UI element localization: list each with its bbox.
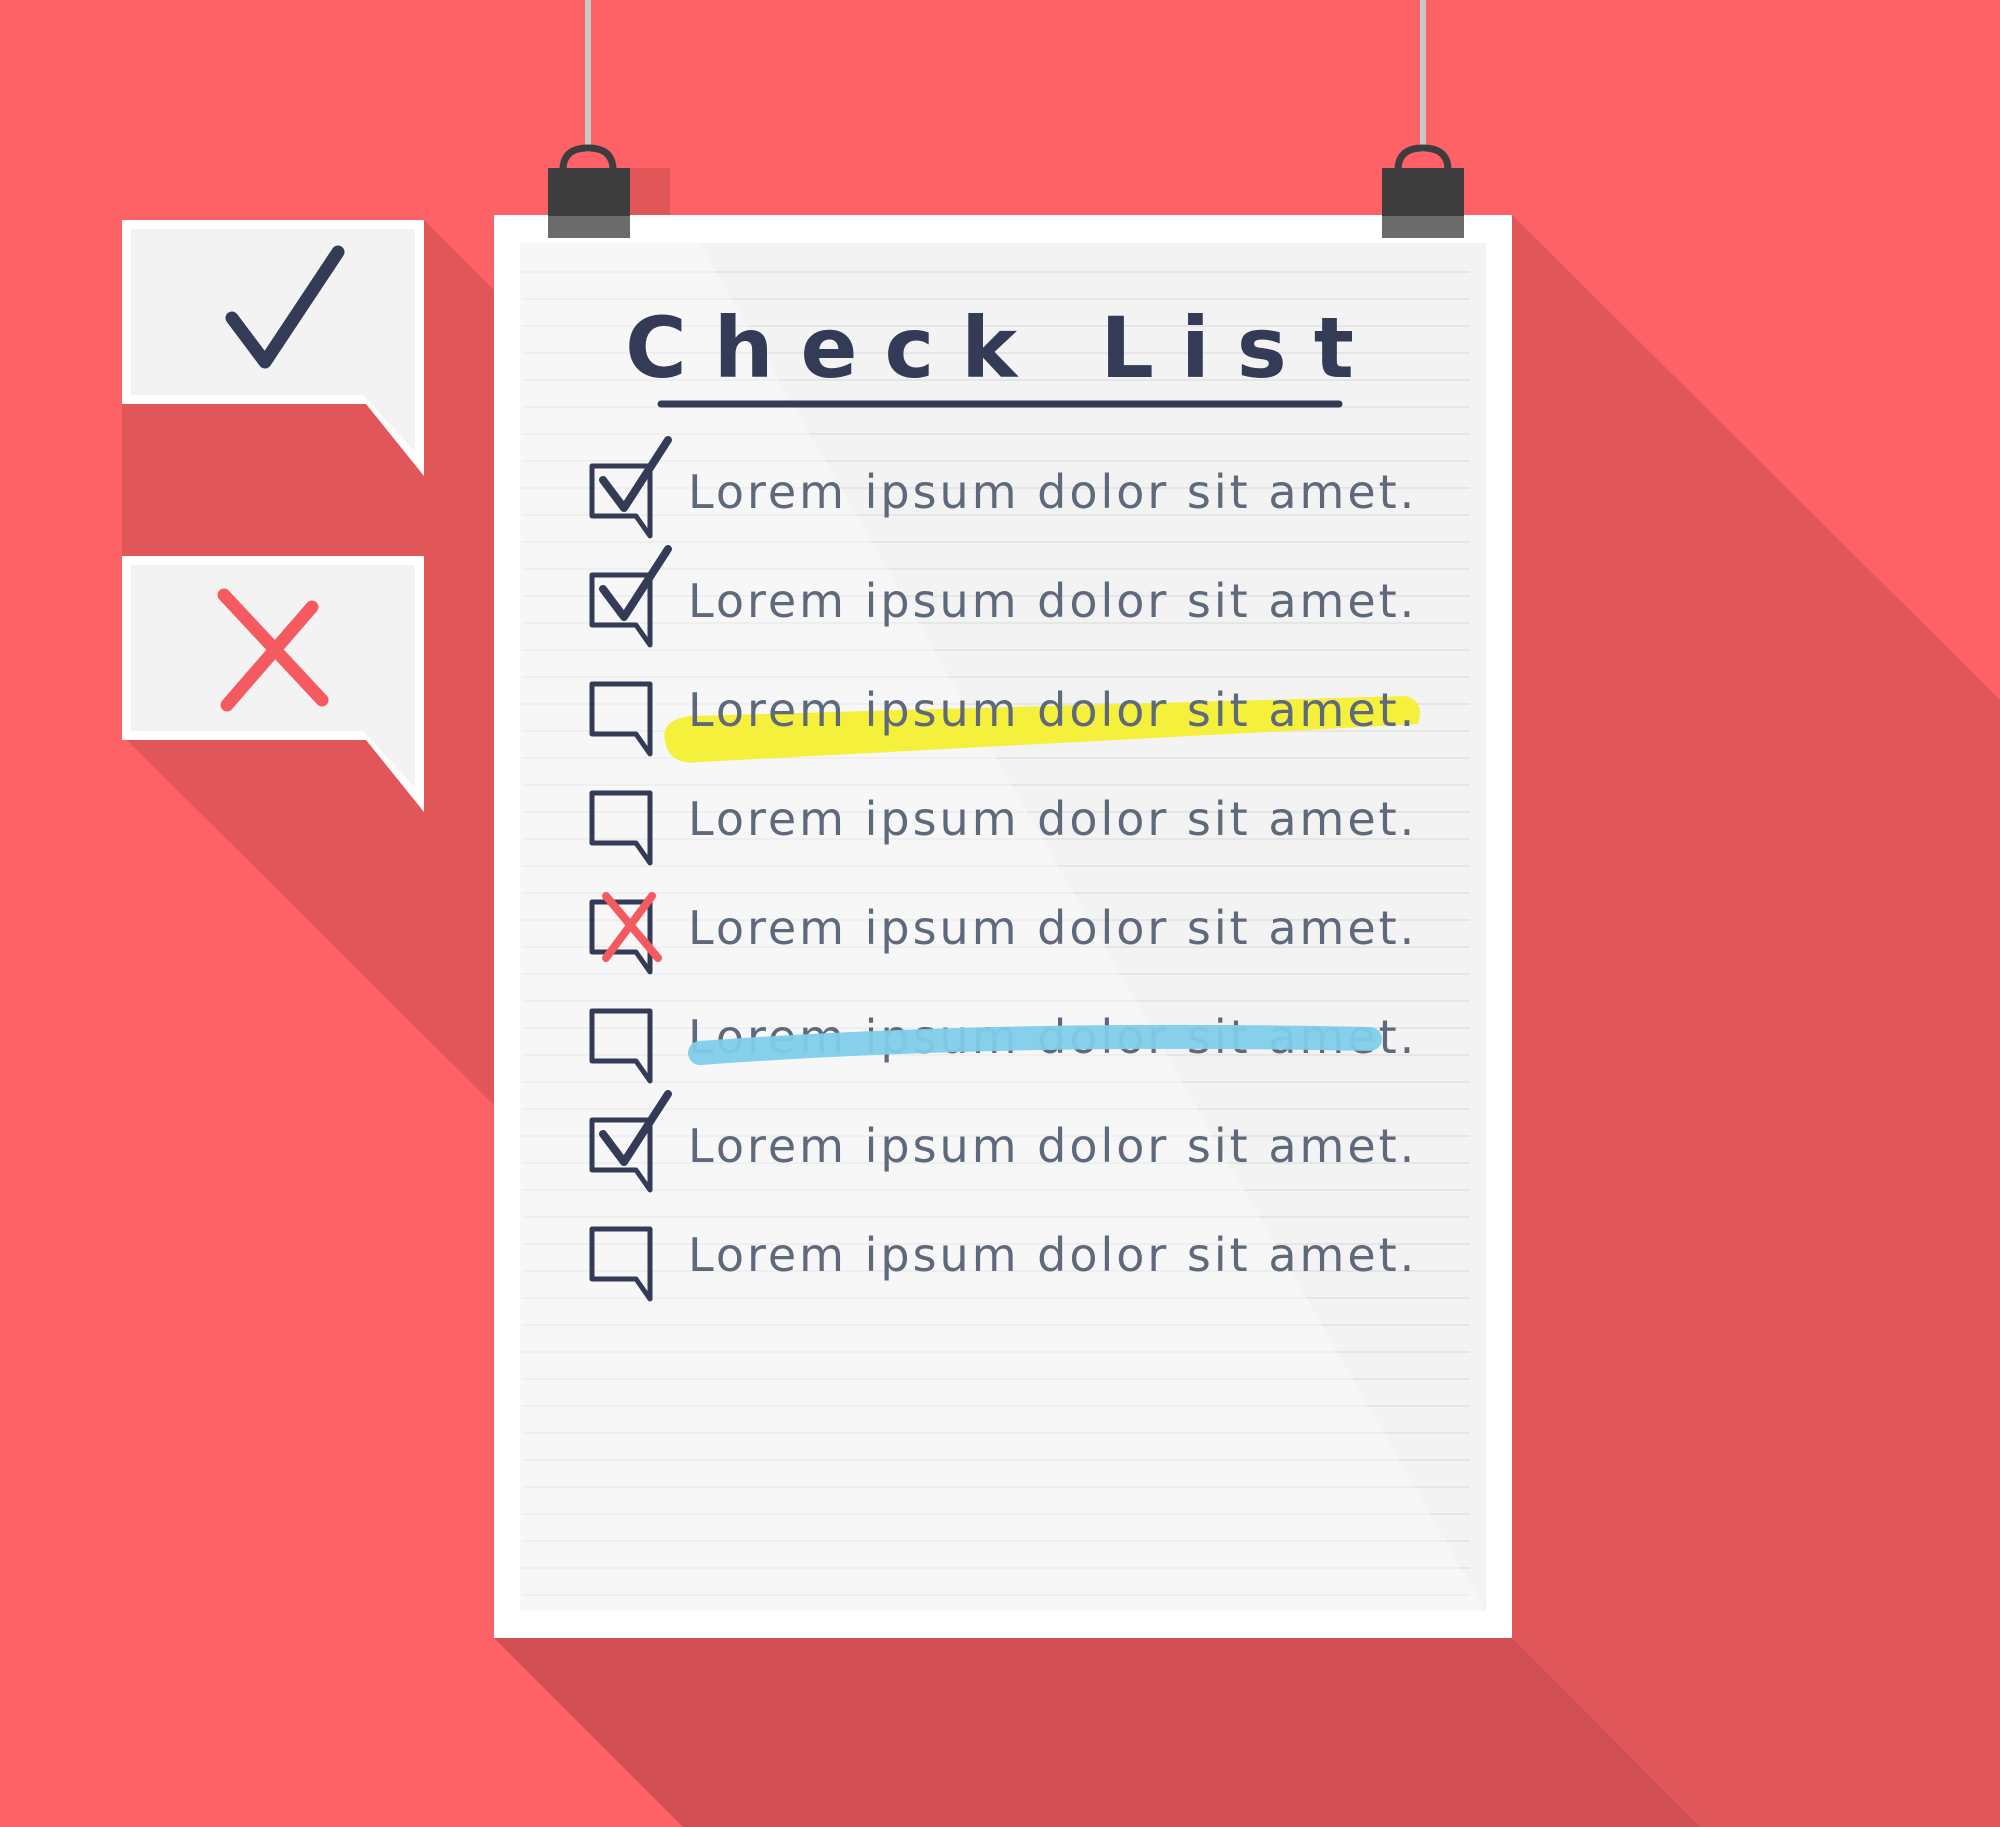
checklist-item-label: Lorem ipsum dolor sit amet. — [688, 465, 1417, 519]
checklist-item-label: Lorem ipsum dolor sit amet. — [688, 1228, 1417, 1282]
checklist-item-label: Lorem ipsum dolor sit amet. — [688, 901, 1417, 955]
checklist-scene: Check List Lorem ipsum dolor sit amet. Lo… — [0, 0, 2000, 1827]
checklist-item-label: Lorem ipsum dolor sit amet. — [688, 574, 1417, 628]
checklist-item-label: Lorem ipsum dolor sit amet. — [688, 683, 1417, 737]
paper-bottom-shadow — [494, 1638, 1700, 1827]
checklist-title: Check List — [625, 299, 1381, 397]
checklist-item-label: Lorem ipsum dolor sit amet. — [688, 792, 1417, 846]
checklist-item-label: Lorem ipsum dolor sit amet. — [688, 1119, 1417, 1173]
